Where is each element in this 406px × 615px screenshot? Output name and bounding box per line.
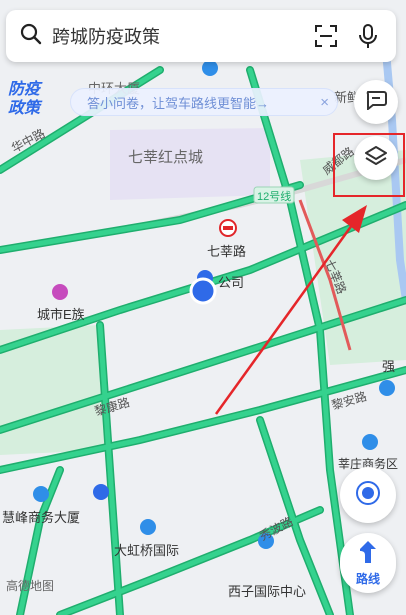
fuel-marker[interactable] xyxy=(93,484,109,500)
poi-marker[interactable] xyxy=(33,486,49,502)
poi-label: 大虹桥国际 xyxy=(114,543,180,558)
current-location-dot xyxy=(189,277,217,305)
route-button[interactable]: 路线 xyxy=(340,533,396,593)
poi-marker[interactable] xyxy=(202,60,218,76)
search-input[interactable]: 跨城防疫政策 xyxy=(52,23,298,49)
metro-station-label: 七莘路 xyxy=(207,244,247,259)
survey-banner-text[interactable]: 答小问卷，让驾车路线更智能→ xyxy=(87,93,314,112)
company-label: 公司 xyxy=(218,275,245,290)
poi-marker[interactable] xyxy=(379,380,395,396)
poi-marker[interactable] xyxy=(362,434,378,450)
mic-icon[interactable] xyxy=(354,22,382,50)
route-label: 路线 xyxy=(355,571,380,586)
poi-marker[interactable] xyxy=(140,519,156,535)
route-icon xyxy=(357,540,379,569)
brand-watermark: 高德地图 xyxy=(6,579,55,593)
map-label-east: 强 xyxy=(382,359,396,374)
epidemic-logo-line2: 政策 xyxy=(8,100,41,117)
metro-line-label: 12号线 xyxy=(257,191,292,203)
epidemic-policy-logo[interactable]: 防疫 政策 xyxy=(8,80,40,118)
poi-label: 慧峰商务大厦 xyxy=(2,510,81,525)
message-button[interactable] xyxy=(354,80,398,124)
survey-banner[interactable]: 答小问卷，让驾车路线更智能→ × xyxy=(70,88,338,116)
hotel-marker[interactable] xyxy=(52,284,68,300)
hotel-label: 城市E族 xyxy=(37,307,85,322)
close-icon[interactable]: × xyxy=(320,94,329,111)
search-icon xyxy=(20,23,42,50)
poi-label: 西子国际中心 xyxy=(228,584,307,599)
epidemic-logo-line1: 防疫 xyxy=(8,81,41,98)
district-label: 七莘红点城 xyxy=(128,149,204,166)
search-bar[interactable]: 跨城防疫政策 xyxy=(6,10,396,62)
locate-button[interactable] xyxy=(340,467,396,523)
message-icon xyxy=(365,90,387,115)
layers-highlight-box xyxy=(333,133,405,197)
scan-icon[interactable] xyxy=(312,22,340,50)
locate-icon xyxy=(355,480,381,511)
